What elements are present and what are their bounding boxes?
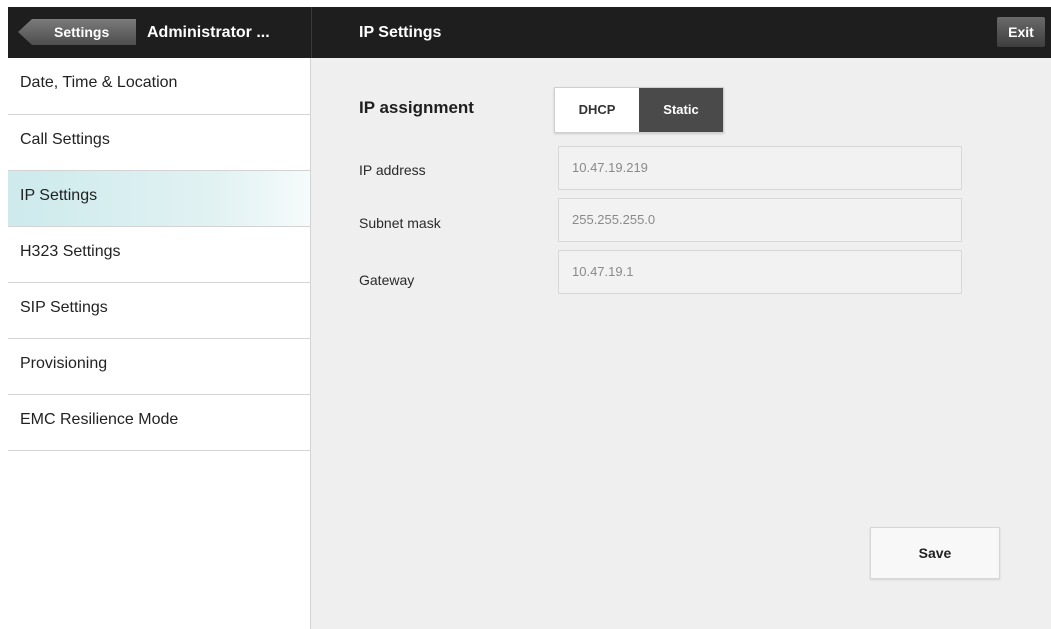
topbar-divider	[311, 7, 312, 58]
ip-address-field[interactable]: 10.47.19.219	[558, 146, 962, 190]
settings-back-button[interactable]: Settings	[18, 19, 136, 45]
ip-assignment-label: IP assignment	[359, 98, 474, 117]
gateway-label: Gateway	[359, 272, 415, 288]
subnet-mask-label: Subnet mask	[359, 215, 441, 231]
sidebar-item-emc-resilience-mode[interactable]: EMC Resilience Mode	[8, 395, 310, 451]
save-button[interactable]: Save	[870, 527, 1000, 579]
gateway-field[interactable]: 10.47.19.1	[558, 250, 962, 294]
exit-button[interactable]: Exit	[997, 17, 1045, 47]
app-window: Settings Administrator ... IP Settings E…	[8, 7, 1051, 629]
section-title: Administrator ...	[147, 24, 270, 41]
subnet-mask-field[interactable]: 255.255.255.0	[558, 198, 962, 242]
main-content: IP assignment DHCP Static IP address 10.…	[312, 58, 1051, 629]
sidebar-item-ip-settings[interactable]: IP Settings	[8, 171, 310, 227]
topbar-left-section: Settings Administrator ...	[8, 7, 311, 58]
sidebar: Date, Time & Location Call Settings IP S…	[8, 58, 311, 629]
static-option-button[interactable]: Static	[639, 88, 723, 132]
sidebar-item-call-settings[interactable]: Call Settings	[8, 115, 310, 171]
page-title: IP Settings	[359, 24, 442, 41]
sidebar-item-date-time-location[interactable]: Date, Time & Location	[8, 58, 310, 115]
top-bar: Settings Administrator ... IP Settings E…	[8, 7, 1051, 58]
dhcp-option-button[interactable]: DHCP	[555, 88, 639, 132]
ip-address-label: IP address	[359, 162, 426, 178]
ip-assignment-toggle: DHCP Static	[554, 87, 724, 133]
sidebar-item-h323-settings[interactable]: H323 Settings	[8, 227, 310, 283]
sidebar-item-provisioning[interactable]: Provisioning	[8, 339, 310, 395]
sidebar-item-sip-settings[interactable]: SIP Settings	[8, 283, 310, 339]
